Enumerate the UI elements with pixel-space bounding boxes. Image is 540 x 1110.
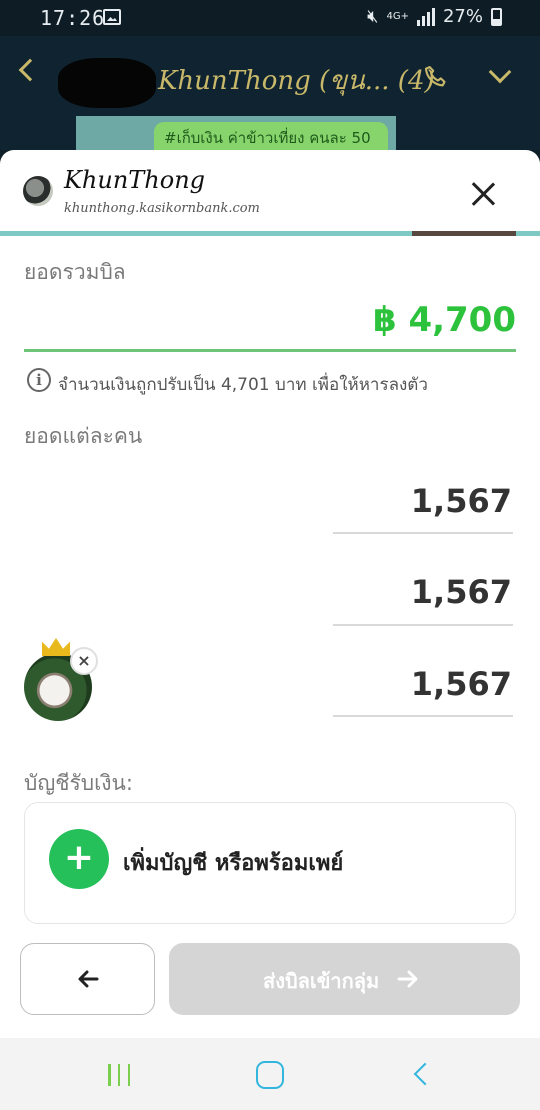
amount-underline [333, 532, 513, 534]
battery-icon [491, 7, 502, 26]
send-bill-label: ส่งบิลเข้ากลุ่ม [263, 969, 380, 993]
per-person-amount-input[interactable]: 1,567 [411, 665, 512, 703]
total-amount-input[interactable]: ฿ 4,700 [373, 300, 516, 340]
add-account-button[interactable]: + เพิ่มบัญชี หรือพร้อมเพย์ [24, 802, 516, 924]
per-person-amount-input[interactable]: 1,567 [411, 573, 512, 611]
chat-banner-text: #เก็บเงิน ค่าข้าวเที่ยง คนละ 50 [154, 122, 388, 150]
close-icon[interactable] [470, 180, 498, 208]
add-account-label: เพิ่มบัญชี หรือพร้อมเพย์ [123, 851, 344, 876]
bill-sheet: KhunThong khunthong.kasikornbank.com ยอด… [0, 150, 540, 1038]
send-bill-button[interactable]: ส่งบิลเข้ากลุ่ม [169, 943, 520, 1015]
back-icon[interactable] [413, 1062, 437, 1086]
total-label: ยอดรวมบิล [24, 260, 126, 284]
status-bar: 17:26 🔇︎ 4G+ 27% [0, 0, 540, 36]
network-type: 4G+ [386, 10, 409, 22]
arrow-right-icon [397, 970, 418, 988]
status-icons: 🔇︎ 4G+ 27% [367, 6, 502, 27]
brand-url: khunthong.kasikornbank.com [64, 201, 260, 216]
amount-underline [333, 624, 513, 626]
header-photo-strip [412, 231, 516, 236]
battery-percent: 27% [442, 6, 483, 27]
phone-icon[interactable] [422, 63, 450, 91]
system-nav-bar [0, 1038, 540, 1110]
remove-member-button[interactable]: × [70, 647, 98, 675]
per-person-label: ยอดแต่ละคน [24, 424, 143, 448]
sheet-header: KhunThong khunthong.kasikornbank.com [0, 150, 540, 232]
crown-icon [42, 638, 70, 656]
chat-title[interactable]: KhunThong (ขุน... (4) [158, 60, 435, 101]
image-icon [103, 9, 121, 25]
recent-apps-icon[interactable] [108, 1064, 130, 1086]
total-underline [24, 349, 516, 352]
redacted-avatar [58, 58, 156, 108]
brand-logo [23, 176, 53, 206]
arrow-left-icon [78, 970, 99, 988]
back-button[interactable] [20, 943, 155, 1015]
brand-name: KhunThong [64, 166, 206, 194]
home-icon[interactable] [256, 1061, 284, 1089]
status-time: 17:26 [40, 6, 106, 30]
account-label: บัญชีรับเงิน: [24, 771, 133, 795]
amount-underline [333, 715, 513, 717]
info-icon: i [27, 368, 51, 392]
per-person-amount-input[interactable]: 1,567 [411, 482, 512, 520]
plus-icon: + [49, 829, 109, 889]
mute-icon: 🔇︎ [367, 6, 379, 27]
adjust-note: จำนวนเงินถูกปรับเป็น 4,701 บาท เพื่อให้ห… [58, 375, 428, 395]
signal-icon [416, 7, 435, 26]
